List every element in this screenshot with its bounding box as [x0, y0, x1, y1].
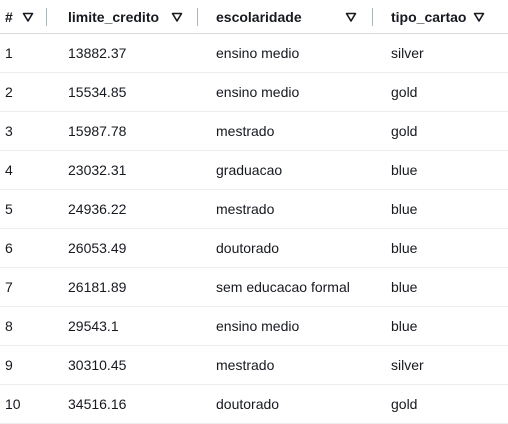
table-row: 4 23032.31 graduacao blue — [0, 151, 508, 190]
sort-descending-icon[interactable] — [473, 11, 485, 23]
table-row: 7 26181.89 sem educacao formal blue — [0, 268, 508, 307]
cell-escolaridade: doutorado — [216, 396, 280, 412]
cell-escolaridade: graduacao — [216, 162, 283, 178]
cell-index: 6 — [5, 240, 13, 256]
column-header-limite-credito[interactable]: limite_credito — [55, 0, 212, 34]
cell-tipo-cartao: blue — [391, 279, 418, 295]
table-row: 8 29543.1 ensino medio blue — [0, 307, 508, 346]
cell-index: 5 — [5, 201, 13, 217]
cell-escolaridade: sem educacao formal — [216, 279, 350, 295]
cell-limite-credito: 30310.45 — [68, 357, 127, 373]
cell-escolaridade: ensino medio — [216, 45, 300, 61]
cell-escolaridade: doutorado — [216, 240, 280, 256]
column-resize-handle[interactable] — [372, 7, 373, 26]
table-row: 3 15987.78 mestrado gold — [0, 112, 508, 151]
table-row: 6 26053.49 doutorado blue — [0, 229, 508, 268]
table-row: 5 24936.22 mestrado blue — [0, 190, 508, 229]
cell-index: 10 — [5, 396, 21, 412]
sort-descending-icon[interactable] — [345, 11, 357, 23]
cell-tipo-cartao: silver — [391, 357, 424, 373]
cell-index: 3 — [5, 123, 13, 139]
cell-tipo-cartao: blue — [391, 201, 418, 217]
cell-index: 4 — [5, 162, 13, 178]
table-row: 2 15534.85 ensino medio gold — [0, 73, 508, 112]
cell-escolaridade: mestrado — [216, 123, 275, 139]
cell-tipo-cartao: gold — [391, 123, 418, 139]
cell-escolaridade: mestrado — [216, 201, 275, 217]
cell-index: 2 — [5, 84, 13, 100]
table-row: 9 30310.45 mestrado silver — [0, 346, 508, 385]
cell-limite-credito: 29543.1 — [68, 318, 119, 334]
cell-limite-credito: 15987.78 — [68, 123, 127, 139]
cell-limite-credito: 23032.31 — [68, 162, 127, 178]
cell-tipo-cartao: gold — [391, 84, 418, 100]
table-row: 1 13882.37 ensino medio silver — [0, 34, 508, 73]
cell-tipo-cartao: gold — [391, 396, 418, 412]
sort-descending-icon[interactable] — [171, 11, 183, 23]
cell-tipo-cartao: blue — [391, 240, 418, 256]
column-header-label: escolaridade — [216, 8, 302, 25]
cell-limite-credito: 13882.37 — [68, 45, 127, 61]
cell-escolaridade: ensino medio — [216, 318, 300, 334]
column-header-label: limite_credito — [68, 8, 160, 25]
column-header-label: tipo_cartao — [391, 8, 467, 25]
cell-index: 9 — [5, 357, 13, 373]
cell-limite-credito: 15534.85 — [68, 84, 127, 100]
cell-escolaridade: mestrado — [216, 357, 275, 373]
cell-index: 1 — [5, 45, 13, 61]
cell-limite-credito: 34516.16 — [68, 396, 127, 412]
column-header-escolaridade[interactable]: escolaridade — [212, 0, 387, 34]
table-row: 10 34516.16 doutorado gold — [0, 385, 508, 424]
cell-limite-credito: 26181.89 — [68, 279, 127, 295]
cell-tipo-cartao: blue — [391, 318, 418, 334]
cell-limite-credito: 26053.49 — [68, 240, 127, 256]
cell-tipo-cartao: blue — [391, 162, 418, 178]
table-header: # limite_credito escolaridade tipo_carta… — [0, 0, 508, 34]
cell-index: 7 — [5, 279, 13, 295]
cell-escolaridade: ensino medio — [216, 84, 300, 100]
column-resize-handle[interactable] — [46, 7, 47, 26]
column-header-index[interactable]: # — [0, 0, 55, 34]
results-table: # limite_credito escolaridade tipo_carta… — [0, 0, 508, 424]
sort-descending-icon[interactable] — [22, 11, 34, 23]
column-resize-handle[interactable] — [197, 7, 198, 26]
cell-limite-credito: 24936.22 — [68, 201, 127, 217]
cell-index: 8 — [5, 318, 13, 334]
column-header-tipo-cartao[interactable]: tipo_cartao — [387, 0, 508, 34]
cell-tipo-cartao: silver — [391, 45, 424, 61]
column-header-label: # — [5, 8, 13, 25]
